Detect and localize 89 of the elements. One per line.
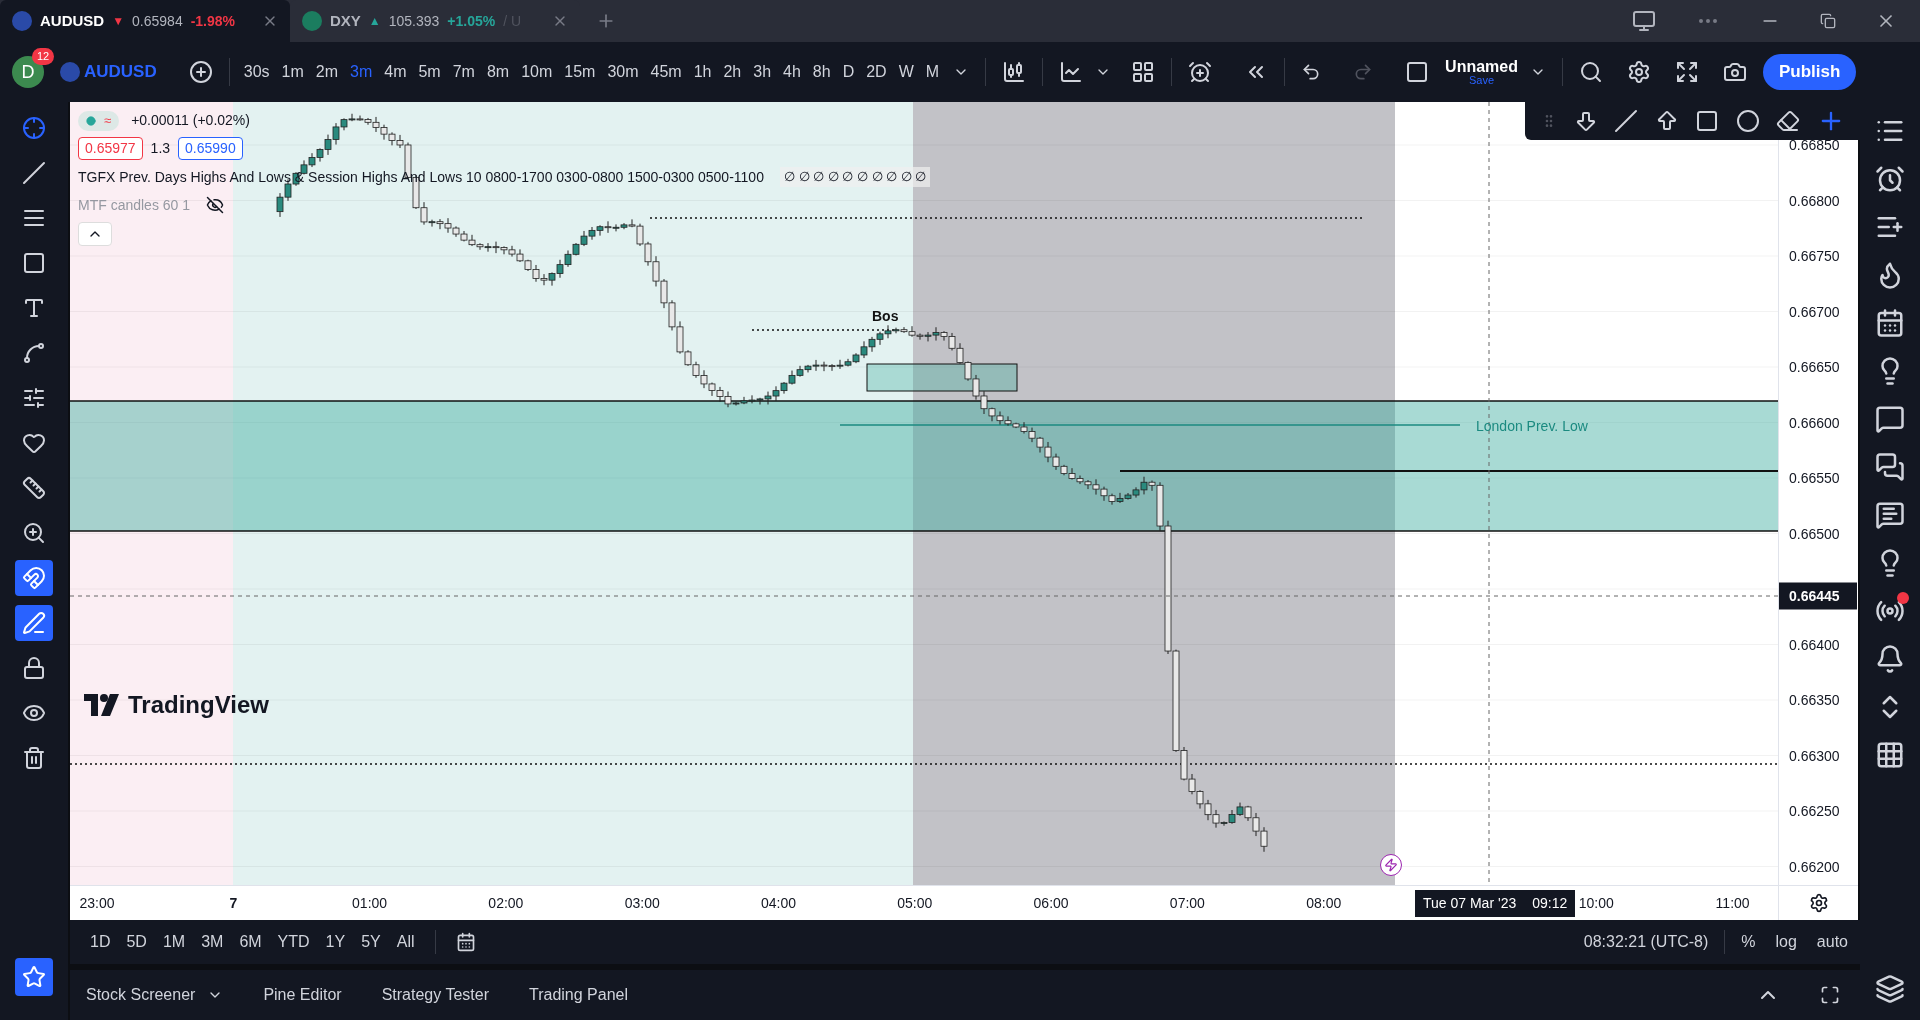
symbol-tab[interactable]: AUDUSD ▼ 0.65984 -1.98%: [0, 0, 290, 42]
clock-text[interactable]: 08:32:21 (UTC-8): [1583, 930, 1709, 954]
time-tick: 07:00: [1169, 894, 1205, 913]
interval-option[interactable]: W: [892, 60, 920, 84]
interval-option[interactable]: 30m: [601, 60, 645, 84]
status-symbol: ≈: [104, 111, 112, 130]
tab-change: -1.98%: [190, 11, 236, 31]
time-tick: 06:00: [1033, 894, 1069, 913]
time-tick: 7: [229, 894, 238, 913]
tab-price: 0.65984: [132, 11, 183, 31]
interval-option[interactable]: 2h: [717, 60, 748, 84]
time-tick: 11:00: [1715, 894, 1750, 913]
price-tick: 0.66250: [1789, 801, 1840, 821]
indicator-title[interactable]: TGFX Prev. Days Highs And Lows & Session Highs And Lows 10 0800-1700 0300-0800 1500-0300 0500-1100: [78, 166, 764, 188]
range-option[interactable]: 1Y: [317, 930, 354, 954]
panel-tab[interactable]: Strategy Tester: [381, 983, 489, 1007]
interval-option[interactable]: 8h: [806, 60, 837, 84]
log-toggle[interactable]: log: [1775, 930, 1797, 954]
trend-arrow: ▼: [112, 13, 125, 30]
interval-option[interactable]: 45m: [644, 60, 688, 84]
time-tick: 10:00: [1578, 894, 1614, 913]
interval-option[interactable]: 4m: [378, 60, 413, 84]
bid-price[interactable]: 0.65977: [78, 137, 143, 160]
tab-price: 105.393: [388, 11, 440, 31]
price-tick: 0.66650: [1789, 357, 1840, 377]
layout-name-button[interactable]: Unnamed Save: [1445, 58, 1518, 86]
price-tick: 0.66300: [1789, 746, 1840, 765]
range-option[interactable]: 3M: [193, 930, 232, 954]
time-tick: 03:00: [624, 894, 660, 913]
range-option[interactable]: 5D: [118, 930, 155, 954]
indicator-values: ∅ ∅ ∅ ∅ ∅ ∅ ∅ ∅ ∅ ∅: [779, 167, 931, 187]
range-option[interactable]: 6M: [231, 930, 270, 954]
price-tick: 0.66550: [1789, 468, 1840, 488]
interval-option[interactable]: 1h: [687, 60, 718, 84]
auto-toggle[interactable]: auto: [1816, 930, 1848, 954]
trend-arrow: ▲: [368, 13, 381, 30]
time-tick: 02:00: [488, 894, 524, 913]
interval-option[interactable]: 3h: [747, 60, 778, 84]
time-tick: 01:00: [352, 894, 388, 913]
range-option[interactable]: 5Y: [353, 930, 389, 954]
crosshair-date: Tue 07 Mar '23: [1423, 894, 1517, 913]
interval-option[interactable]: 30s: [237, 60, 276, 84]
tab-change: +1.05%: [447, 11, 496, 31]
time-tick: 08:00: [1306, 894, 1342, 913]
logo-text: TradingView: [128, 690, 269, 720]
ask-price[interactable]: 0.65990: [178, 137, 243, 160]
price-tick: 0.66700: [1789, 302, 1840, 321]
price-tick: 0.66800: [1789, 191, 1840, 210]
panel-tab[interactable]: Pine Editor: [263, 983, 342, 1007]
symbol-search[interactable]: AUDUSD: [84, 59, 157, 85]
panel-tab[interactable]: Trading Panel: [528, 983, 628, 1007]
range-option[interactable]: 1D: [82, 930, 119, 954]
interval-option[interactable]: 8m: [480, 60, 516, 84]
panel-tab[interactable]: Stock Screener: [86, 983, 224, 1007]
percent-toggle[interactable]: %: [1741, 930, 1756, 954]
range-option[interactable]: 1M: [154, 930, 194, 954]
interval-option[interactable]: 5m: [412, 60, 447, 84]
interval-option[interactable]: 2D: [860, 60, 893, 84]
publish-button[interactable]: Publish: [1763, 54, 1857, 90]
price-change: +0.00011 (+0.02%): [131, 111, 250, 130]
interval-option[interactable]: 15m: [558, 60, 602, 84]
bos-label: Bos: [872, 307, 899, 326]
interval-option[interactable]: D: [836, 60, 861, 84]
time-tick: 04:00: [761, 894, 796, 913]
notification-badge: 12: [32, 48, 55, 65]
interval-option[interactable]: 4h: [777, 60, 807, 84]
interval-option[interactable]: 1m: [275, 60, 310, 84]
price-tick: 0.66750: [1789, 246, 1840, 266]
tab-symbol: DXY: [330, 10, 361, 31]
range-option[interactable]: YTD: [269, 930, 318, 954]
price-tick: 0.66350: [1789, 690, 1840, 710]
price-tick: 0.66500: [1789, 524, 1840, 543]
interval-option[interactable]: M: [919, 60, 946, 84]
level-label: London Prev. Low: [1476, 417, 1588, 436]
price-tick: 0.66850: [1789, 135, 1840, 155]
crosshair-clock: 09:12: [1532, 894, 1568, 913]
time-tick: 05:00: [897, 894, 933, 913]
time-tick: 23:00: [79, 894, 115, 913]
interval-option[interactable]: 7m: [446, 60, 481, 84]
tab-symbol: AUDUSD: [40, 10, 105, 31]
interval-option[interactable]: 2m: [309, 60, 344, 84]
range-option[interactable]: All: [388, 930, 423, 954]
price-tick: 0.66400: [1789, 635, 1840, 654]
interval-option[interactable]: 3m: [344, 60, 379, 84]
price-tick: 0.66200: [1789, 857, 1840, 876]
interval-option[interactable]: 10m: [515, 60, 559, 84]
spread: 1.3: [150, 139, 171, 158]
crosshair-price: 0.66445: [1779, 582, 1857, 610]
price-tick: 0.66600: [1789, 413, 1840, 432]
